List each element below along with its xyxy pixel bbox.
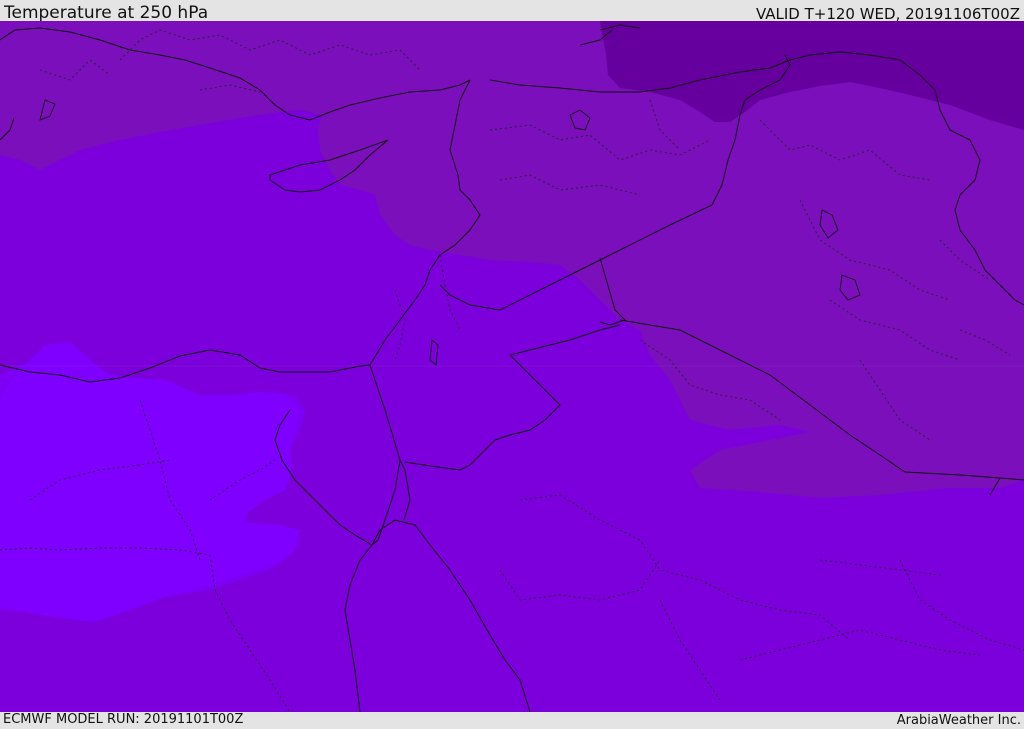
- map-canvas: [0, 21, 1024, 712]
- temperature-map: [0, 21, 1024, 712]
- map-footer: ECMWF MODEL RUN: 20191101T00Z ArabiaWeat…: [0, 712, 1024, 729]
- credit-label: ArabiaWeather Inc.: [896, 713, 1021, 728]
- model-run-label: ECMWF MODEL RUN: 20191101T00Z: [3, 712, 244, 727]
- map-header: Temperature at 250 hPa VALID T+120 WED, …: [0, 0, 1024, 23]
- map-title: Temperature at 250 hPa: [4, 3, 209, 23]
